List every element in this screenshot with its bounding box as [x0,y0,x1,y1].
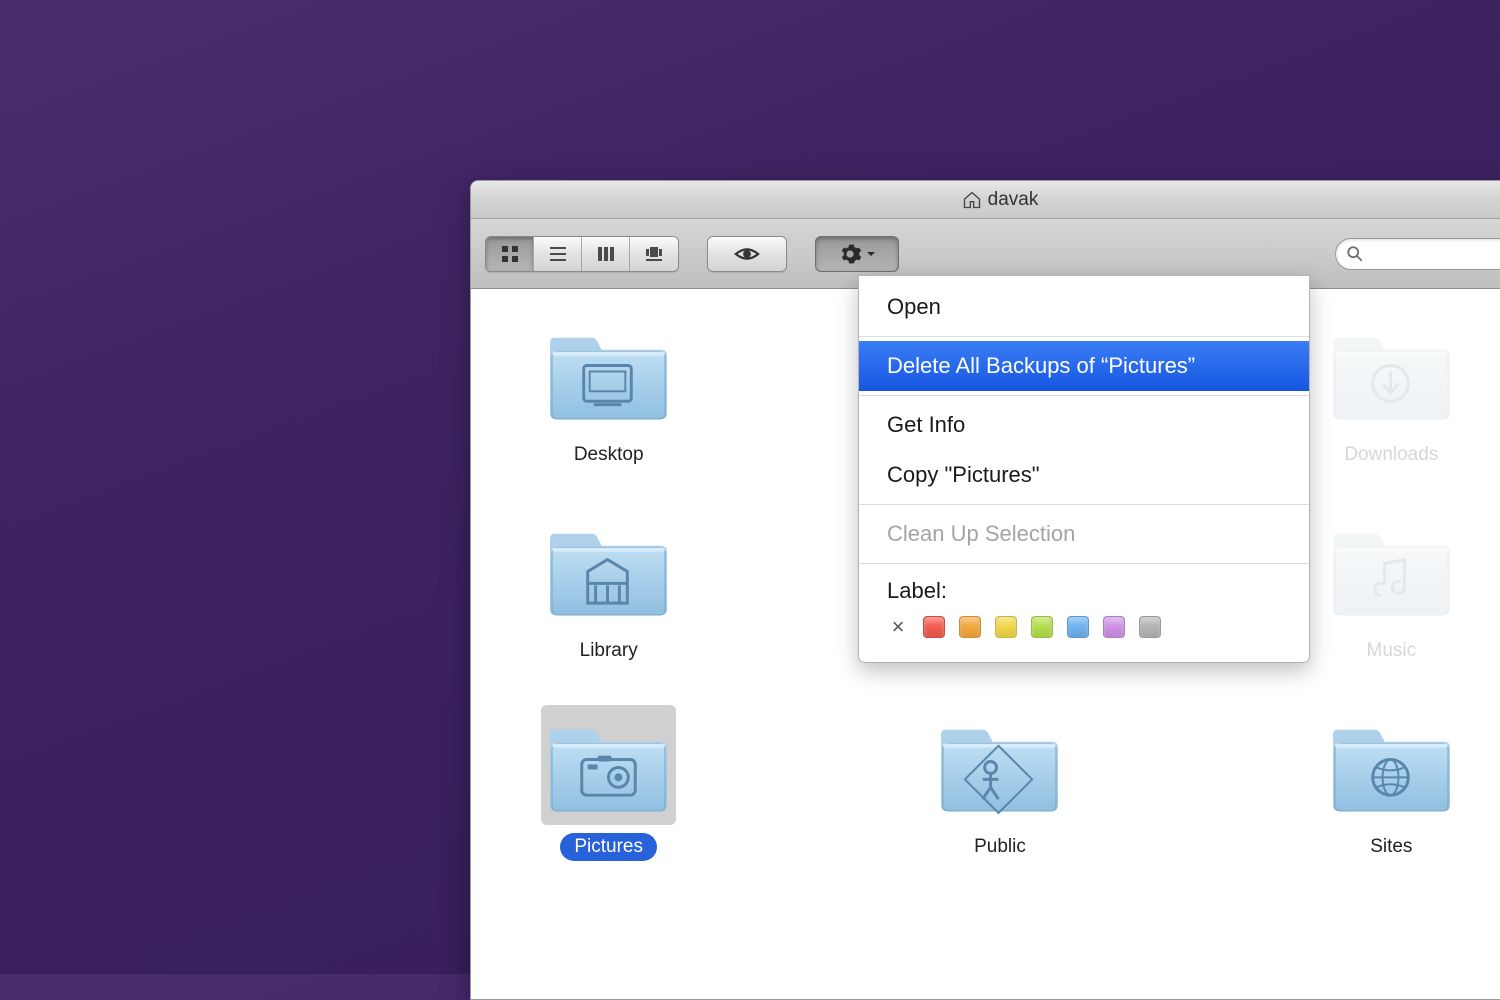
label-swatches: × [887,614,1281,640]
quicklook-button[interactable] [707,236,787,272]
menu-label-header: Label: [887,578,1281,604]
menu-separator [859,336,1309,337]
gear-icon [838,242,862,266]
label-swatch[interactable] [1103,616,1125,638]
window-titlebar: davak [471,181,1500,219]
coverflow-view-icon [644,244,664,264]
menu-separator [859,563,1309,564]
folder-icon-wrap [541,509,676,629]
search-input[interactable] [1335,238,1500,270]
folder-label: Pictures [560,833,657,861]
folder-public[interactable]: Public [894,705,1105,861]
folder-icon-wrap [1324,313,1459,433]
menu-label-section: Label: × [859,568,1309,656]
view-coverflow-button[interactable] [630,237,678,271]
folder-icon [1329,710,1454,815]
action-menu-button[interactable] [815,236,899,272]
folder-icon-wrap [1324,509,1459,629]
folder-downloads[interactable]: Downloads [1286,313,1497,469]
action-dropdown-menu: Open Delete All Backups of “Pictures” Ge… [858,275,1310,663]
search-icon [1346,245,1364,263]
view-column-button[interactable] [582,237,630,271]
folder-icon [937,710,1062,815]
folder-pictures[interactable]: Pictures [503,705,714,861]
folder-library[interactable]: Library [503,509,714,665]
folder-icon [546,710,671,815]
menu-separator [859,395,1309,396]
folder-icon [546,318,671,423]
folder-sites[interactable]: Sites [1286,705,1497,861]
folder-icon-wrap [541,705,676,825]
folder-label: Music [1353,637,1431,665]
label-swatch[interactable] [923,616,945,638]
folder-desktop[interactable]: Desktop [503,313,714,469]
list-view-icon [548,244,568,264]
view-mode-segmented [485,236,679,272]
label-swatch[interactable] [1067,616,1089,638]
menu-separator [859,504,1309,505]
menu-clean-up: Clean Up Selection [859,509,1309,559]
window-title: davak [988,189,1039,211]
folder-music[interactable]: Music [1286,509,1497,665]
icon-view-icon [500,244,520,264]
chevron-down-icon [866,249,876,259]
folder-label: Downloads [1330,441,1452,469]
view-icon-button[interactable] [486,237,534,271]
folder-label: Public [960,833,1040,861]
folder-label: Desktop [560,441,658,469]
folder-icon [1329,318,1454,423]
folder-icon-wrap [932,705,1067,825]
label-swatch[interactable] [1139,616,1161,638]
menu-delete-backups[interactable]: Delete All Backups of “Pictures” [859,341,1309,391]
folder-icon-wrap [541,313,676,433]
column-view-icon [596,244,616,264]
folder-icon-wrap [1324,705,1459,825]
label-swatch[interactable] [1031,616,1053,638]
folder-icon [546,514,671,619]
menu-copy[interactable]: Copy "Pictures" [859,450,1309,500]
eye-icon [734,241,760,267]
folder-icon [1329,514,1454,619]
label-clear[interactable]: × [887,614,909,640]
label-swatch[interactable] [995,616,1017,638]
folder-label: Sites [1356,833,1426,861]
menu-get-info[interactable]: Get Info [859,400,1309,450]
view-list-button[interactable] [534,237,582,271]
label-swatch[interactable] [959,616,981,638]
menu-open[interactable]: Open [859,282,1309,332]
home-icon [962,190,982,210]
folder-label: Library [566,637,652,665]
